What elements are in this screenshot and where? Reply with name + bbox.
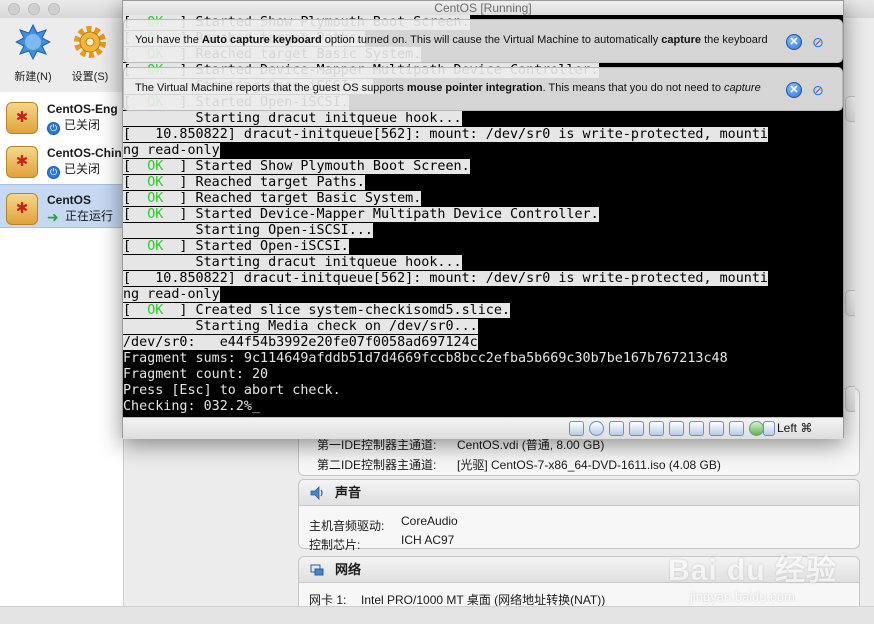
do-not-show-again-icon[interactable]: ⊘ (810, 82, 826, 98)
console-line: [ OK ] Started Open-iSCSI. (123, 239, 349, 254)
powered-off-icon: ⏻ (47, 122, 60, 135)
vm-list-item-centos-eng[interactable]: ✱ CentOS-Eng ⏻ 已关闭 (0, 94, 124, 138)
console-line: [ 10.850822] dracut-initqueue[562]: moun… (123, 127, 768, 142)
keyboard-notice-text: You have the Auto capture keyboard optio… (135, 34, 768, 46)
network-status-icon[interactable] (629, 421, 644, 436)
shared-folders-icon[interactable] (669, 421, 684, 436)
vm-state-label: 已关闭 (64, 162, 101, 176)
mouse-integration-notice: The Virtual Machine reports that the gue… (123, 67, 843, 111)
mouse-notice-text: The Virtual Machine reports that the gue… (135, 82, 761, 94)
ok-status: OK (147, 191, 164, 206)
vm-name: CentOS (47, 193, 92, 207)
settings-button[interactable]: 设置(S) (62, 22, 118, 83)
vm-name: CentOS-Eng (47, 102, 118, 116)
watermark-logo-text: Bai du 经验 (668, 554, 838, 587)
vm-window-title: CentOS [Running] (123, 1, 843, 15)
watermark-url: jingyan.baidu.com (690, 589, 795, 604)
network-section-title: 网络 (335, 562, 362, 577)
baidu-jingyan-watermark: Bai du 经验 jingyan.baidu.com (668, 545, 868, 617)
audio-chip-label: 控制芯片: (309, 538, 361, 552)
vm-running-window: CentOS [Running] [ OK ] Started Show Ply… (122, 0, 844, 439)
secondary-ide-value: [光驱] CentOS-7-x86_64-DVD-1611.iso (4.08 … (457, 458, 721, 472)
console-line: [ OK ] Created slice system-checkisomd5.… (123, 303, 510, 318)
vm-state-label: 正在运行 (65, 209, 114, 223)
do-not-show-again-icon[interactable]: ⊘ (810, 34, 826, 50)
host-key-label: Left ⌘ (777, 421, 813, 435)
console-line: [ OK ] Reached target Basic System. (123, 191, 422, 206)
console-line: [ 10.850822] dracut-initqueue[562]: moun… (123, 271, 768, 286)
network-icon (310, 564, 324, 576)
new-vm-icon (15, 24, 51, 60)
secondary-ide-label: 第二IDE控制器主通道: (317, 458, 437, 472)
console-line: Checking: 032.2%_ (123, 399, 261, 414)
console-line: Starting Open-iSCSI... (123, 223, 373, 238)
ok-status: OK (147, 239, 164, 254)
audio-driver-label: 主机音频驱动: (309, 519, 385, 533)
settings-label: 设置(S) (71, 71, 109, 83)
details-tab-storage[interactable] (845, 386, 855, 412)
console-line: /dev/sr0: e44f54b3992e20fe07f0058ad69712… (123, 335, 478, 350)
audio-driver-value: CoreAudio (401, 514, 458, 528)
vm-list-item-centos-chin[interactable]: ✱ CentOS-Chin ⏻ 已关闭 (0, 138, 124, 182)
gear-icon (74, 26, 106, 58)
display-icon[interactable] (689, 421, 704, 436)
cpu-icon[interactable] (729, 421, 744, 436)
vm-list: ✱ CentOS-Eng ⏻ 已关闭 ✱ CentOS-Chin ⏻ 已关闭 ✱ C… (0, 92, 124, 612)
mouse-integration-icon[interactable] (749, 421, 764, 436)
details-tab-general[interactable] (845, 96, 855, 122)
vm-os-icon: ✱ (6, 102, 38, 134)
video-capture-icon[interactable] (709, 421, 724, 436)
audio-section-title: 声音 (335, 485, 362, 500)
vm-state: ⏻ 已关闭 (47, 160, 100, 179)
vm-name: CentOS-Chin (47, 146, 122, 160)
vm-list-item-centos[interactable]: ✱ CentOS ➜ 正在运行 (0, 184, 124, 228)
console-line: Starting Media check on /dev/sr0... (123, 319, 478, 334)
console-line: ng read-only (123, 143, 220, 158)
usb-icon[interactable] (649, 421, 664, 436)
zoom-window-button[interactable] (48, 3, 60, 15)
ok-status: OK (147, 175, 164, 190)
console-line: Fragment count: 20 (123, 367, 269, 382)
audio-chip-value: ICH AC97 (401, 533, 455, 547)
optical-drive-icon[interactable] (589, 421, 604, 436)
console-line: Fragment sums: 9c114649afddb51d7d4669fcc… (123, 351, 728, 366)
details-tab-display[interactable] (845, 290, 855, 316)
close-notice-button[interactable]: ✕ (786, 82, 802, 98)
vm-state: ➜ 正在运行 (47, 207, 113, 224)
running-arrow-icon: ➜ (47, 209, 59, 225)
vm-status-bar: Left ⌘ (123, 417, 843, 439)
close-notice-button[interactable]: ✕ (786, 34, 802, 50)
close-window-button[interactable] (8, 3, 20, 15)
audio-section-header[interactable]: 声音 (299, 480, 859, 506)
console-line: [ OK ] Started Device-Mapper Multipath D… (123, 207, 599, 222)
console-line: Press [Esc] to abort check. (123, 383, 341, 398)
console-line: Starting dracut initqueue hook... (123, 255, 462, 270)
speaker-icon (310, 486, 323, 500)
vm-os-icon: ✱ (6, 193, 38, 225)
console-line: [ OK ] Started Show Plymouth Boot Screen… (123, 159, 470, 174)
console-line: ng read-only (123, 287, 220, 302)
new-vm-button[interactable]: 新建(N) (5, 22, 61, 83)
powered-off-icon: ⏻ (47, 166, 60, 179)
vm-os-icon: ✱ (6, 146, 38, 178)
ok-status: OK (147, 207, 164, 222)
audio-status-icon[interactable] (609, 421, 624, 436)
console-line: Starting dracut initqueue hook... (123, 111, 462, 126)
console-line: [ OK ] Reached target Paths. (123, 175, 365, 190)
new-vm-label: 新建(N) (14, 71, 52, 83)
audio-section: 声音 主机音频驱动: CoreAudio 控制芯片: ICH AC97 (298, 479, 860, 552)
auto-capture-keyboard-notice: You have the Auto capture keyboard optio… (123, 19, 843, 63)
vm-state: ⏻ 已关闭 (47, 116, 100, 135)
ok-status: OK (147, 159, 164, 174)
ok-status: OK (147, 303, 164, 318)
hard-disk-icon[interactable] (569, 421, 584, 436)
vm-state-label: 已关闭 (64, 118, 101, 132)
minimize-window-button[interactable] (28, 3, 40, 15)
keyboard-capture-icon[interactable] (763, 421, 775, 436)
